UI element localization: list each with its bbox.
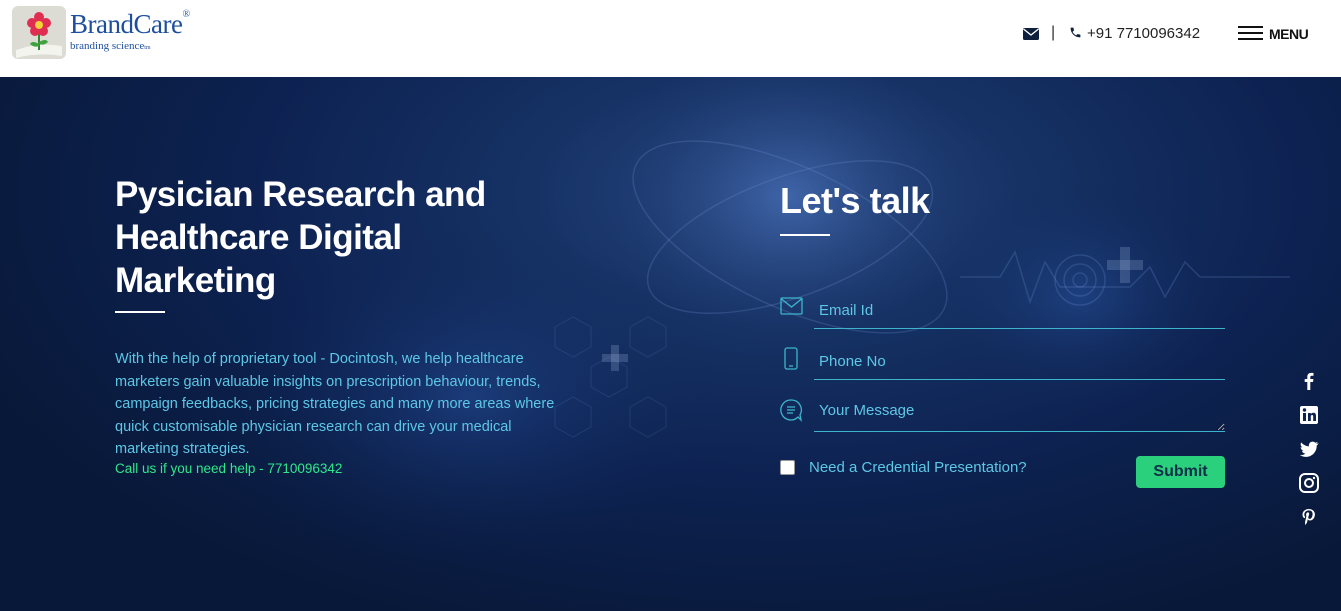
contact-title-underline — [780, 234, 830, 236]
phone-icon — [1069, 26, 1082, 44]
envelope-icon[interactable] — [1023, 27, 1039, 45]
call-us-text: Call us if you need help - 7710096342 — [115, 461, 343, 476]
brand-tagline: branding sciencetm — [70, 40, 151, 52]
instagram-icon[interactable] — [1298, 472, 1320, 494]
pinterest-icon[interactable] — [1298, 506, 1320, 528]
phone-field-icon — [784, 347, 798, 375]
credential-checkbox[interactable] — [780, 460, 795, 475]
header-phone-link[interactable]: +91 7710096342 — [1087, 25, 1200, 42]
hamburger-icon — [1238, 26, 1263, 40]
hero-title: Pysician Research and Healthcare Digital… — [115, 175, 486, 300]
submit-button[interactable]: Submit — [1136, 456, 1225, 488]
logo-emblem — [12, 6, 66, 59]
facebook-icon[interactable] — [1298, 370, 1320, 392]
header-separator: | — [1051, 24, 1056, 41]
hero-description: With the help of proprietary tool - Doci… — [115, 351, 555, 457]
menu-label: MENU — [1269, 26, 1309, 42]
site-header: BrandCare® branding sciencetm | +91 7710… — [0, 0, 1341, 77]
message-field-icon — [779, 398, 803, 427]
contact-form-title: Let's talk — [780, 180, 930, 221]
brand-name: BrandCare® — [70, 9, 190, 39]
twitter-icon[interactable] — [1298, 438, 1320, 460]
message-input[interactable] — [814, 394, 1225, 432]
title-underline — [115, 311, 165, 313]
email-input[interactable] — [814, 293, 1225, 329]
email-field-icon — [780, 297, 803, 320]
linkedin-icon[interactable] — [1298, 404, 1320, 426]
brandcare-logo[interactable]: BrandCare® branding sciencetm — [12, 6, 202, 62]
hero-section: Pysician Research and Healthcare Digital… — [0, 77, 1341, 611]
credential-checkbox-label[interactable]: Need a Credential Presentation? — [809, 459, 1027, 476]
phone-input[interactable] — [814, 344, 1225, 380]
